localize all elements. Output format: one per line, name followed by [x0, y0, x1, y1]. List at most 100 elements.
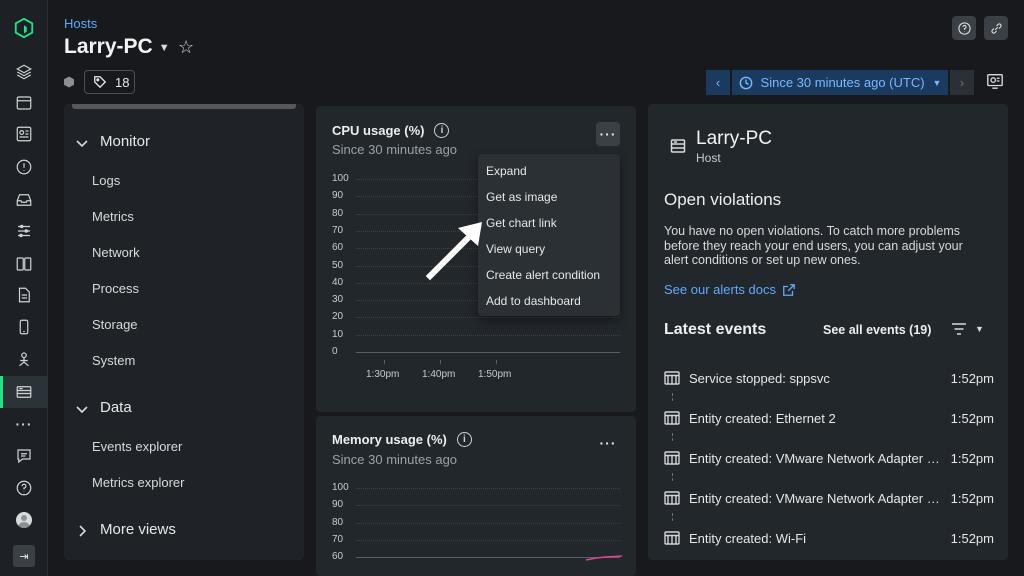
- section-data[interactable]: Data: [76, 399, 132, 416]
- host-event-icon: [664, 531, 680, 545]
- document-icon[interactable]: [0, 279, 48, 311]
- menu-item-get-chart-link[interactable]: Get chart link: [486, 216, 557, 230]
- chart-context-menu: Expand Get as image Get chart link View …: [478, 154, 620, 316]
- event-row[interactable]: Entity created: VMware Network Adapter V…: [664, 449, 994, 467]
- event-time: 1:52pm: [951, 531, 994, 546]
- nav-item-logs[interactable]: Logs: [92, 173, 120, 188]
- section-more-views[interactable]: More views: [76, 521, 176, 538]
- y-tick-label: 70: [332, 225, 343, 236]
- section-label: More views: [100, 521, 176, 538]
- card-subtitle: Since 30 minutes ago: [332, 452, 457, 467]
- chevron-left-icon: ‹: [716, 75, 720, 90]
- chevron-down-icon: ▼: [933, 78, 942, 88]
- tag-count: 18: [115, 75, 129, 90]
- timeline-connector: [672, 473, 673, 481]
- scrollbar[interactable]: [72, 104, 296, 109]
- y-tick-label: 80: [332, 208, 343, 219]
- alerts-docs-link[interactable]: See our alerts docs: [664, 282, 796, 297]
- event-row[interactable]: Service stopped: sppsvc1:52pm: [664, 369, 994, 387]
- gridline: [356, 540, 620, 541]
- event-row[interactable]: Entity created: Wi-Fi1:52pm: [664, 529, 994, 547]
- inbox-icon[interactable]: [0, 184, 48, 216]
- time-range-select[interactable]: Since 30 minutes ago (UTC) ▼: [732, 70, 948, 95]
- help-icon[interactable]: [0, 472, 48, 504]
- menu-item-get-as-image[interactable]: Get as image: [486, 190, 557, 204]
- columns-icon[interactable]: [0, 248, 48, 280]
- y-tick-label: 80: [332, 517, 343, 528]
- chevron-down-icon: [76, 402, 88, 414]
- event-row[interactable]: Entity created: Ethernet 21:52pm: [664, 409, 994, 427]
- nav-item-storage[interactable]: Storage: [92, 317, 138, 332]
- section-monitor[interactable]: Monitor: [76, 133, 150, 150]
- x-tick-label: 1:30pm: [366, 369, 399, 380]
- breadcrumb-hosts[interactable]: Hosts: [64, 16, 97, 31]
- time-back-button[interactable]: ‹: [706, 70, 730, 95]
- card-subtitle: Since 30 minutes ago: [332, 142, 457, 157]
- nav-item-network[interactable]: Network: [92, 245, 140, 260]
- y-tick-label: 90: [332, 499, 343, 510]
- entity-type: Host: [696, 151, 721, 165]
- menu-item-add-to-dashboard[interactable]: Add to dashboard: [486, 294, 581, 308]
- synthetics-icon[interactable]: [0, 343, 48, 375]
- event-row[interactable]: Entity created: VMware Network Adapter V…: [664, 489, 994, 507]
- page-title[interactable]: Larry-PC ▼: [64, 35, 170, 59]
- app-root: ··· ⇥ Hosts Larry-PC ▼ ☆ 18 ‹ Since 30 m…: [0, 0, 1024, 576]
- time-forward-button[interactable]: ›: [950, 70, 974, 95]
- filter-icon: [951, 322, 967, 336]
- chevron-down-icon: ▼: [159, 42, 170, 54]
- nav-rail: ··· ⇥: [0, 0, 48, 576]
- y-tick-label: 60: [332, 242, 343, 253]
- ellipsis-icon: ···: [600, 435, 617, 451]
- left-nav-panel: Monitor Logs Metrics Network Process Sto…: [64, 104, 304, 560]
- chevron-down-icon: ▼: [975, 324, 984, 334]
- menu-item-view-query[interactable]: View query: [486, 242, 545, 256]
- nav-item-metrics[interactable]: Metrics: [92, 209, 134, 224]
- user-avatar-icon[interactable]: [0, 504, 48, 536]
- host-event-icon: [664, 371, 680, 385]
- event-filter-button[interactable]: ▼: [951, 322, 984, 336]
- y-tick-label: 100: [332, 173, 349, 184]
- clock-icon: [739, 76, 753, 90]
- host-event-icon: [664, 451, 680, 465]
- info-icon[interactable]: i: [434, 123, 449, 138]
- feedback-icon[interactable]: [0, 440, 48, 472]
- menu-item-expand[interactable]: Expand: [486, 164, 527, 178]
- browser-icon[interactable]: [0, 87, 48, 119]
- y-tick-label: 100: [332, 482, 349, 493]
- hosts-icon[interactable]: [0, 376, 48, 408]
- section-label: Monitor: [100, 133, 150, 150]
- help-circle-button[interactable]: [952, 16, 976, 40]
- nav-item-metrics-explorer[interactable]: Metrics explorer: [92, 475, 184, 490]
- collapse-nav-icon[interactable]: ⇥: [0, 540, 48, 572]
- entity-status-hexagon-icon: [63, 76, 75, 88]
- host-event-icon: [664, 411, 680, 425]
- sliders-icon[interactable]: [0, 215, 48, 247]
- copy-link-button[interactable]: [984, 16, 1008, 40]
- y-tick-label: 40: [332, 277, 343, 288]
- card-title: Memory usage (%) i: [332, 432, 472, 447]
- layers-icon[interactable]: [0, 56, 48, 88]
- info-icon[interactable]: i: [457, 432, 472, 447]
- more-icon[interactable]: ···: [0, 408, 48, 440]
- x-tick-label: 1:50pm: [478, 369, 511, 380]
- nav-item-system[interactable]: System: [92, 353, 135, 368]
- chart-menu-button[interactable]: ···: [596, 431, 620, 455]
- chart-menu-button[interactable]: ···: [596, 122, 620, 146]
- mobile-icon[interactable]: [0, 311, 48, 343]
- y-tick-label: 20: [332, 311, 343, 322]
- nav-item-process[interactable]: Process: [92, 281, 139, 296]
- see-all-events-link[interactable]: See all events (19): [823, 323, 931, 337]
- nav-item-events-explorer[interactable]: Events explorer: [92, 439, 182, 454]
- alert-icon[interactable]: [0, 151, 48, 183]
- entity-name: Larry-PC: [696, 128, 772, 150]
- new-relic-logo-icon[interactable]: [0, 12, 48, 44]
- host-icon: [670, 138, 686, 154]
- memory-series-line: [586, 552, 622, 562]
- favorite-star-icon[interactable]: ☆: [178, 37, 194, 58]
- entity-monitor-icon[interactable]: [986, 72, 1006, 92]
- menu-item-create-alert-condition[interactable]: Create alert condition: [486, 268, 600, 282]
- section-label: Data: [100, 399, 132, 416]
- tags-button[interactable]: 18: [84, 70, 135, 94]
- y-tick-label: 70: [332, 534, 343, 545]
- dashboard-icon[interactable]: [0, 118, 48, 150]
